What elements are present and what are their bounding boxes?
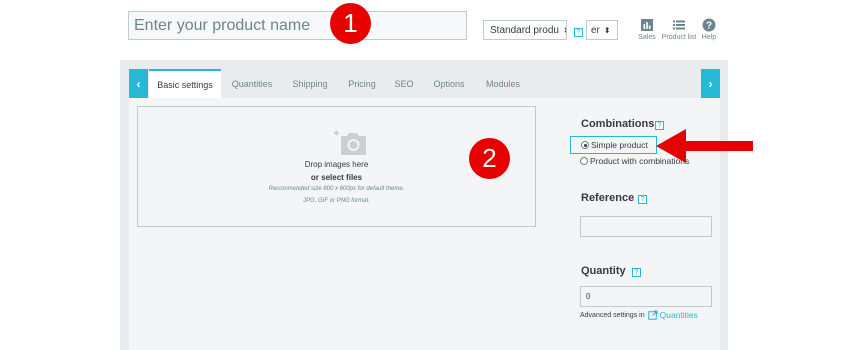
tab-shipping[interactable]: Shipping <box>288 69 332 98</box>
red-arrow-pointer-icon <box>656 129 753 163</box>
help-label: Help <box>701 34 717 41</box>
product-type-value: Standard produ <box>490 24 559 36</box>
quantity-title: Quantity <box>581 265 626 277</box>
image-size-hint: Recommended size 800 x 800px for default… <box>268 186 405 192</box>
image-format-hint: JPG, GIF or PNG format. <box>303 198 370 204</box>
product-list-label: Product list <box>661 34 697 41</box>
sales-label: Sales <box>638 34 656 41</box>
tabs-prev-button[interactable]: ‹ <box>129 69 148 98</box>
tabs-next-button[interactable]: › <box>701 69 720 98</box>
language-value: er <box>591 24 600 36</box>
reference-help-icon[interactable]: ? <box>638 195 647 204</box>
combinations-title: Combinations <box>581 118 655 130</box>
select-caret-icon: ⬍ <box>603 25 611 35</box>
tab-options[interactable]: Options <box>431 69 467 98</box>
list-icon <box>673 20 685 30</box>
simple-product-label: Simple product <box>591 140 648 150</box>
tab-seo[interactable]: SEO <box>393 69 415 98</box>
sales-chart-icon <box>641 19 653 31</box>
reference-input[interactable] <box>580 216 712 237</box>
tab-basic-settings[interactable]: Basic settings <box>149 69 221 98</box>
product-type-select[interactable]: Standard produ ⬍ <box>483 20 567 40</box>
simple-product-radio[interactable]: Simple product <box>570 136 657 154</box>
reference-title: Reference <box>581 192 635 204</box>
radio-checked-icon <box>581 141 589 149</box>
language-select[interactable]: er ⬍ <box>586 20 618 40</box>
annotation-marker-1: 1 <box>330 3 371 44</box>
select-caret-icon: ⬍ <box>563 26 566 35</box>
svg-text:?: ? <box>706 21 712 32</box>
help-circle-icon: ? <box>702 18 716 32</box>
quantity-help-icon[interactable]: ? <box>632 268 641 277</box>
product-name-input[interactable] <box>128 11 467 40</box>
product-list-button[interactable]: Product list <box>660 18 698 41</box>
sales-button[interactable]: Sales <box>637 18 657 41</box>
quantities-link-label: Quantities <box>659 310 698 320</box>
quantity-input[interactable]: 0 <box>580 286 712 307</box>
annotation-marker-2: 2 <box>469 138 510 179</box>
quantities-link[interactable]: Quantities <box>647 310 698 320</box>
advanced-settings-text: Advanced settings in <box>580 311 645 319</box>
tab-modules[interactable]: Modules <box>484 69 522 98</box>
product-type-help-icon[interactable]: ? <box>574 28 583 37</box>
external-link-icon <box>647 310 658 320</box>
advanced-settings-row: Advanced settings in Quantities <box>580 310 698 320</box>
add-photo-icon <box>334 130 366 155</box>
radio-unchecked-icon <box>580 157 588 165</box>
tab-quantities[interactable]: Quantities <box>226 69 278 98</box>
tab-pricing[interactable]: Pricing <box>344 69 380 98</box>
help-button[interactable]: ? Help <box>700 18 718 41</box>
